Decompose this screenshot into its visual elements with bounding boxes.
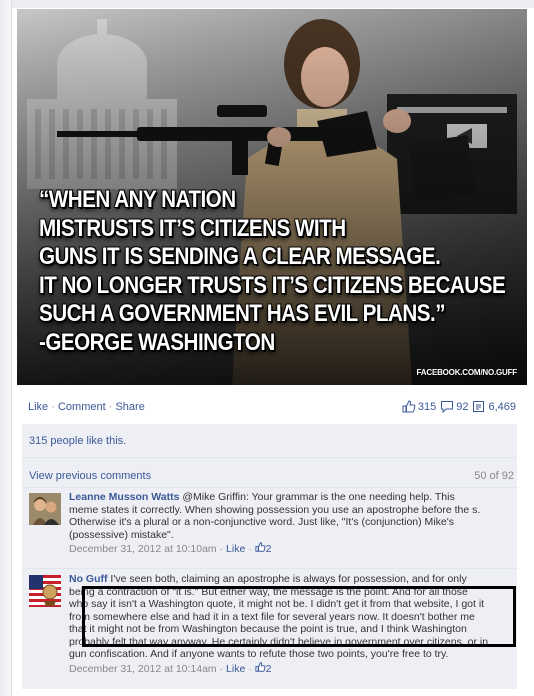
top-divider xyxy=(0,0,534,8)
comment-like-count[interactable]: 2 xyxy=(255,542,272,555)
separator: · xyxy=(219,543,224,555)
comment-link[interactable]: Comment xyxy=(58,401,106,413)
comment-like-count-value: 2 xyxy=(265,662,272,675)
quote-line: MISTRUSTS IT’S CITIZENS WITH xyxy=(39,214,346,242)
comment-item: Leanne Musson Watts @Mike Griffin: Your … xyxy=(22,489,517,569)
facebook-post: “WHEN ANY NATION MISTRUSTS IT’S CITIZENS… xyxy=(0,0,534,696)
shares-count-value: 6,469 xyxy=(488,400,516,413)
separator: · xyxy=(248,543,252,555)
comment-timestamp[interactable]: December 31, 2012 at 10:14am xyxy=(69,663,217,675)
quote-line: IT NO LONGER TRUSTS IT’S CITIZENS BECAUS… xyxy=(39,271,506,299)
image-watermark: FACEBOOK.COM/NO.GUFF xyxy=(416,368,518,377)
profile-photo-icon xyxy=(29,493,61,525)
view-previous-comments-link[interactable]: View previous comments xyxy=(29,470,151,482)
comment-author[interactable]: No Guff xyxy=(69,573,108,585)
thumbs-up-icon xyxy=(255,542,266,552)
comment-text-line: Otherwise it's a plural or a non-conjunc… xyxy=(69,516,454,528)
comment-bubble-icon xyxy=(441,401,454,413)
share-link[interactable]: Share xyxy=(115,401,144,413)
comment-pager-count: 50 of 92 xyxy=(474,470,514,482)
quote-line: GUNS IT IS SENDING A CLEAR MESSAGE. xyxy=(39,243,441,270)
comment-text-line: (possessive) mistake". xyxy=(69,528,174,541)
post-actions: Like · Comment · Share 315 92 6,469 xyxy=(28,400,518,416)
comments-panel: 315 people like this. View previous comm… xyxy=(22,424,517,689)
likes-count-value: 315 xyxy=(417,400,437,413)
thumbs-up-icon xyxy=(402,400,416,413)
comment-like-count[interactable]: 2 xyxy=(255,661,272,675)
comment-author[interactable]: Leanne Musson Watts xyxy=(69,491,179,503)
share-icon xyxy=(473,401,485,412)
avatar[interactable] xyxy=(29,575,61,607)
left-divider xyxy=(0,0,12,696)
image-quote: “WHEN ANY NATION MISTRUSTS IT’S CITIZENS… xyxy=(39,186,506,357)
separator: · xyxy=(219,662,224,675)
quote-line: “WHEN ANY NATION xyxy=(39,186,236,213)
comment-text-line: gun confiscation. And if anyone wants to… xyxy=(69,648,449,660)
avatar[interactable] xyxy=(29,493,61,525)
comment-text-line: I've seen both, claiming an apostrophe i… xyxy=(110,573,467,585)
comment-like-count-value: 2 xyxy=(265,543,272,555)
comment-like-link[interactable]: Like xyxy=(226,663,245,675)
highlight-box xyxy=(82,586,516,647)
comment-text-line: @Mike Griffin: Your grammar is the one n… xyxy=(182,491,455,503)
like-link[interactable]: Like xyxy=(28,401,48,413)
separator: · xyxy=(108,401,113,413)
comments-count-value: 92 xyxy=(456,400,469,413)
quote-line: SUCH A GOVERNMENT HAS EVIL PLANS.” xyxy=(39,300,446,327)
likes-count[interactable]: 315 xyxy=(402,400,436,413)
comment-timestamp[interactable]: December 31, 2012 at 10:10am xyxy=(69,543,217,555)
post-photo[interactable]: “WHEN ANY NATION MISTRUSTS IT’S CITIZENS… xyxy=(17,9,527,385)
view-previous-row: View previous comments 50 of 92 xyxy=(22,460,517,488)
separator: · xyxy=(51,401,55,413)
separator: · xyxy=(248,662,252,675)
flag-profile-icon xyxy=(29,575,61,607)
likes-summary[interactable]: 315 people like this. xyxy=(29,435,126,447)
comment-text-line: meme states it correctly. When showing p… xyxy=(69,503,481,516)
thumbs-up-icon xyxy=(255,661,266,672)
likes-summary-row: 315 people like this. xyxy=(22,424,517,458)
quote-line: -GEORGE WASHINGTON xyxy=(39,328,275,356)
comment-like-link[interactable]: Like xyxy=(226,543,245,555)
shares-count[interactable]: 6,469 xyxy=(472,400,516,413)
comments-count[interactable]: 92 xyxy=(440,400,468,413)
